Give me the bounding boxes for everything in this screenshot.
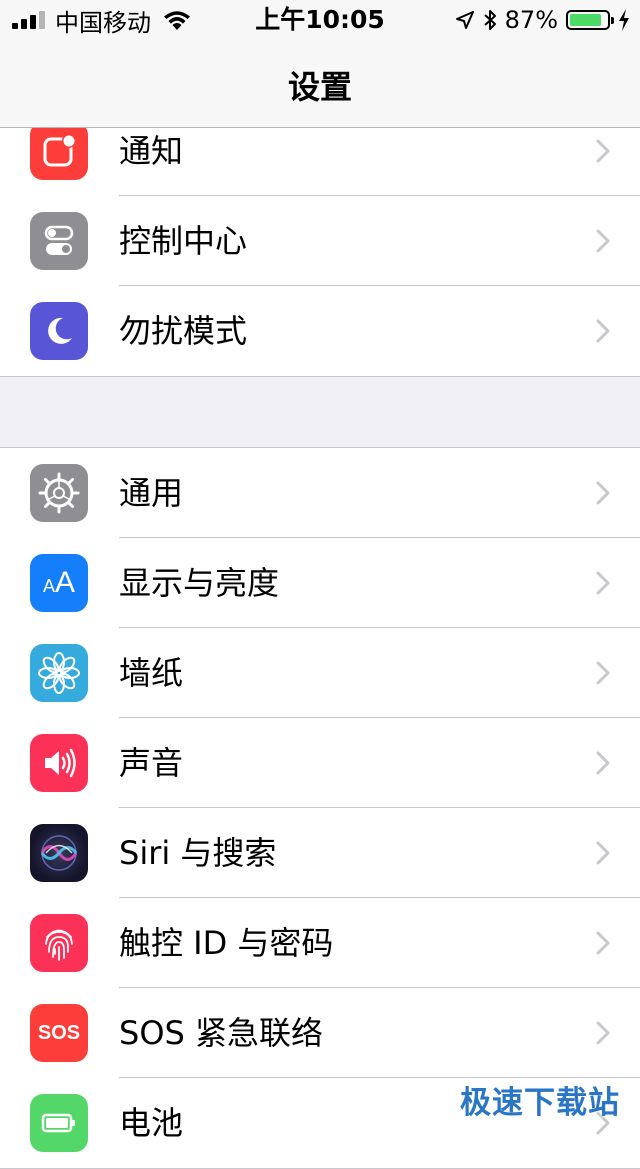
sos-icon-text: SOS	[37, 1021, 81, 1044]
row-label: 声音	[119, 744, 184, 782]
settings-group-2: 通用 AA 显示与亮度 墙纸 声音 Siri 与搜索 触控 ID 与密码 SOS…	[0, 447, 640, 1169]
chevron-right-icon	[596, 841, 610, 865]
display-brightness-glyph: A	[42, 575, 55, 596]
row-label: 触控 ID 与密码	[119, 924, 334, 962]
battery-icon	[30, 1094, 88, 1152]
row-label: 显示与亮度	[119, 564, 280, 602]
control-center-icon	[30, 212, 88, 270]
navigation-bar: 设置	[0, 40, 640, 128]
chevron-right-icon	[596, 571, 610, 595]
settings-row-control-center[interactable]: 控制中心	[0, 196, 640, 286]
row-label: Siri 与搜索	[119, 834, 277, 872]
settings-row-touch-id-passcode[interactable]: 触控 ID 与密码	[0, 898, 640, 988]
settings-row-emergency-sos[interactable]: SOS SOS 紧急联络	[0, 988, 640, 1078]
row-label: 电池	[119, 1104, 184, 1142]
settings-row-do-not-disturb[interactable]: 勿扰模式	[0, 286, 640, 376]
settings-row-display-brightness[interactable]: AA 显示与亮度	[0, 538, 640, 628]
siri-icon	[30, 824, 88, 882]
location-arrow-icon	[455, 11, 474, 29]
battery-percentage: 87%	[504, 6, 558, 34]
chevron-right-icon	[596, 1021, 610, 1045]
gear-icon	[30, 464, 88, 522]
row-label: 控制中心	[119, 222, 248, 260]
battery-level-icon	[566, 10, 614, 30]
speaker-icon	[30, 734, 88, 792]
chevron-right-icon	[596, 661, 610, 685]
page-title: 设置	[287, 68, 352, 106]
chevron-right-icon	[596, 139, 610, 163]
settings-group-1: 通知 控制中心 勿扰模式	[0, 106, 640, 377]
display-brightness-icon: AA	[30, 554, 88, 612]
chevron-right-icon	[596, 751, 610, 775]
row-label: SOS 紧急联络	[119, 1014, 323, 1052]
settings-row-general[interactable]: 通用	[0, 448, 640, 538]
sos-icon: SOS	[30, 1004, 88, 1062]
status-right: 87%	[455, 4, 630, 36]
status-bar: 中国移动 上午10:05 87%	[0, 0, 640, 40]
bluetooth-icon	[483, 10, 496, 30]
fingerprint-icon	[30, 914, 88, 972]
settings-row-sounds[interactable]: 声音	[0, 718, 640, 808]
row-label: 墙纸	[119, 654, 184, 692]
charging-bolt-icon	[619, 9, 629, 31]
moon-icon	[30, 302, 88, 360]
settings-list: 通知 控制中心 勿扰模式 通用 A A 显示与亮度 墙纸 声音 Siri 与搜索…	[0, 106, 640, 1169]
chevron-right-icon	[596, 319, 610, 343]
row-label: 勿扰模式	[119, 312, 248, 350]
wallpaper-icon	[30, 644, 88, 702]
settings-row-wallpaper[interactable]: 墙纸	[0, 628, 640, 718]
display-brightness-glyph-large: A	[55, 566, 76, 599]
watermark-text: 极速下载站	[460, 1085, 620, 1121]
chevron-right-icon	[596, 481, 610, 505]
chevron-right-icon	[596, 931, 610, 955]
notification-icon	[30, 122, 88, 180]
row-label: 通用	[119, 474, 184, 512]
chevron-right-icon	[596, 229, 610, 253]
settings-row-siri-search[interactable]: Siri 与搜索	[0, 808, 640, 898]
